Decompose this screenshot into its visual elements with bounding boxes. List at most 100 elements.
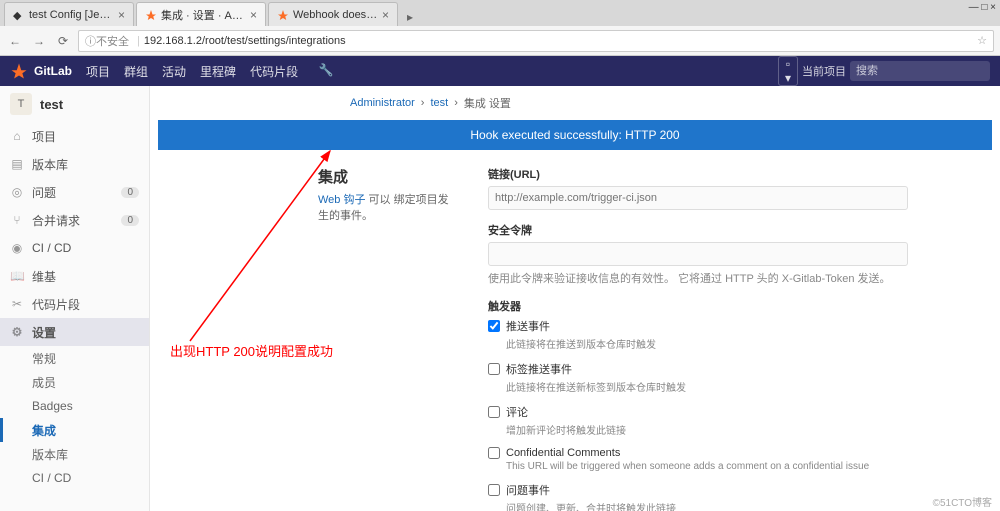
trigger-desc: 此链接将在推送新标签到版本仓库时触发	[506, 379, 952, 394]
sidebar-label: 设置	[32, 324, 56, 341]
trigger-checkbox-row[interactable]: 评论	[488, 404, 952, 420]
home-icon: ⌂	[10, 129, 24, 143]
project-name: test	[40, 97, 63, 112]
sidebar-item-issues[interactable]: ◎ 问题 0	[0, 178, 149, 206]
main-layout: T test ⌂项目 ▤版本库 ◎问题0 ⑂合并请求0 ◉CI / CD 📖维基…	[0, 86, 1000, 511]
window-controls: — □ ×	[969, 2, 996, 13]
trigger-desc: 增加新评论时将触发此链接	[506, 422, 952, 437]
gitlab-logo-icon	[10, 62, 28, 80]
url-text: 192.168.1.2/root/test/settings/integrati…	[144, 35, 977, 47]
gitlab-favicon-icon	[277, 9, 289, 21]
browser-tab[interactable]: ◆ test Config [Jenkins] ×	[4, 2, 134, 26]
security-warning: 不安全	[96, 33, 129, 49]
sidebar-item-project[interactable]: ⌂项目	[0, 122, 149, 150]
trigger-item: 问题事件 问题创建、更新、合并时将触发此链接	[488, 482, 952, 511]
project-header[interactable]: T test	[0, 86, 149, 122]
breadcrumb-admin[interactable]: Administrator	[350, 97, 415, 109]
sidebar-sub-badges[interactable]: Badges	[0, 394, 149, 418]
sidebar-label: 维基	[32, 268, 56, 285]
trigger-checkbox-row[interactable]: 推送事件	[488, 318, 952, 334]
trigger-label: 推送事件	[506, 318, 550, 334]
trigger-checkbox-row[interactable]: 标签推送事件	[488, 361, 952, 377]
trigger-desc: 问题创建、更新、合并时将触发此链接	[506, 500, 952, 511]
breadcrumb-project[interactable]: test	[430, 97, 448, 109]
forward-button[interactable]: →	[30, 32, 48, 50]
wrench-icon[interactable]: 🔧	[316, 63, 336, 80]
url-input[interactable]	[488, 186, 908, 210]
count-badge: 0	[121, 187, 139, 198]
close-icon[interactable]: ×	[382, 8, 389, 22]
sidebar-item-repository[interactable]: ▤ 版本库	[0, 150, 149, 178]
nav-groups[interactable]: 群组	[124, 63, 148, 80]
trigger-item: 评论 增加新评论时将触发此链接	[488, 404, 952, 437]
sidebar-item-merge-requests[interactable]: ⑂ 合并请求 0	[0, 206, 149, 234]
pipeline-icon: ◉	[10, 241, 24, 255]
browser-tab-active[interactable]: 集成 · 设置 · Administrat ×	[136, 2, 266, 26]
reload-button[interactable]: ⟳	[54, 32, 72, 50]
new-tab-button[interactable]: ▸	[400, 8, 420, 26]
sidebar-item-settings[interactable]: ⚙ 设置	[0, 318, 149, 346]
token-input[interactable]	[488, 242, 908, 266]
trigger-desc: 此链接将在推送到版本仓库时触发	[506, 336, 952, 351]
repository-icon: ▤	[10, 157, 24, 171]
trigger-desc: This URL will be triggered when someone …	[506, 461, 952, 472]
url-label: 链接(URL)	[488, 166, 952, 182]
nav-projects[interactable]: 项目	[86, 63, 110, 80]
gitlab-header: GitLab 项目 群组 活动 里程碑 代码片段 🔧 ▫ ▾ 当前项目	[0, 56, 1000, 86]
nav-snippets[interactable]: 代码片段	[250, 63, 298, 80]
close-icon[interactable]: ×	[250, 8, 257, 22]
trigger-checkbox[interactable]	[488, 406, 500, 418]
count-badge: 0	[121, 215, 139, 226]
nav-activity[interactable]: 活动	[162, 63, 186, 80]
plus-icon[interactable]: ▫ ▾	[778, 56, 798, 86]
trigger-checkbox[interactable]	[488, 320, 500, 332]
tab-title: test Config [Jenkins]	[29, 9, 114, 21]
trigger-checkbox-row[interactable]: Confidential Comments	[488, 447, 952, 459]
sidebar-sub-members[interactable]: 成员	[0, 370, 149, 394]
sidebar-sub-integrations[interactable]: 集成	[0, 418, 149, 442]
close-icon[interactable]: ×	[118, 8, 125, 22]
snippets-icon: ✂	[10, 297, 24, 311]
sidebar-sub-cicd[interactable]: CI / CD	[0, 466, 149, 490]
triggers-label: 触发器	[488, 298, 952, 314]
trigger-label: 问题事件	[506, 482, 550, 498]
section-subtitle: Web 钩子 可以 绑定项目发生的事件。	[318, 191, 458, 223]
trigger-label: Confidential Comments	[506, 447, 620, 459]
sidebar-label: 版本库	[32, 156, 68, 173]
sidebar-label: 代码片段	[32, 296, 80, 313]
project-sidebar: T test ⌂项目 ▤版本库 ◎问题0 ⑂合并请求0 ◉CI / CD 📖维基…	[0, 86, 150, 511]
sidebar-sub-general[interactable]: 常规	[0, 346, 149, 370]
sidebar-label: 问题	[32, 184, 56, 201]
webhooks-link[interactable]: Web 钩子	[318, 194, 365, 206]
wiki-icon: 📖	[10, 269, 24, 283]
nav-milestones[interactable]: 里程碑	[200, 63, 236, 80]
token-help: 使用此令牌来验证接收信息的有效性。 它将通过 HTTP 头的 X-Gitlab-…	[488, 270, 952, 286]
sidebar-item-wiki[interactable]: 📖 维基	[0, 262, 149, 290]
tab-title: 集成 · 设置 · Administrat	[161, 7, 246, 23]
gitlab-favicon-icon	[145, 9, 157, 21]
merge-icon: ⑂	[10, 213, 24, 227]
bookmark-icon[interactable]: ☆	[977, 34, 987, 47]
trigger-checkbox-row[interactable]: 问题事件	[488, 482, 952, 498]
section-title: 集成	[318, 166, 458, 187]
back-button[interactable]: ←	[6, 32, 24, 50]
sidebar-label: 合并请求	[32, 212, 80, 229]
gear-icon: ⚙	[10, 325, 24, 339]
issues-icon: ◎	[10, 185, 24, 199]
trigger-checkbox[interactable]	[488, 363, 500, 375]
breadcrumb: Administrator › test › 集成 设置	[150, 86, 1000, 120]
trigger-label: 标签推送事件	[506, 361, 572, 377]
sidebar-sub-repository[interactable]: 版本库	[0, 442, 149, 466]
search-scope: 当前项目	[802, 63, 846, 79]
success-banner: Hook executed successfully: HTTP 200	[158, 120, 992, 150]
gitlab-nav: 项目 群组 活动 里程碑 代码片段 🔧	[86, 63, 340, 80]
breadcrumb-current: 集成 设置	[464, 95, 511, 111]
trigger-checkbox[interactable]	[488, 447, 500, 459]
browser-tab[interactable]: Webhook does not wo ×	[268, 2, 398, 26]
address-bar[interactable]: ⓘ 不安全 | 192.168.1.2/root/test/settings/i…	[78, 30, 994, 52]
search-input[interactable]	[850, 61, 990, 81]
sidebar-item-cicd[interactable]: ◉CI / CD	[0, 234, 149, 262]
token-label: 安全令牌	[488, 222, 952, 238]
trigger-checkbox[interactable]	[488, 484, 500, 496]
sidebar-item-snippets[interactable]: ✂ 代码片段	[0, 290, 149, 318]
